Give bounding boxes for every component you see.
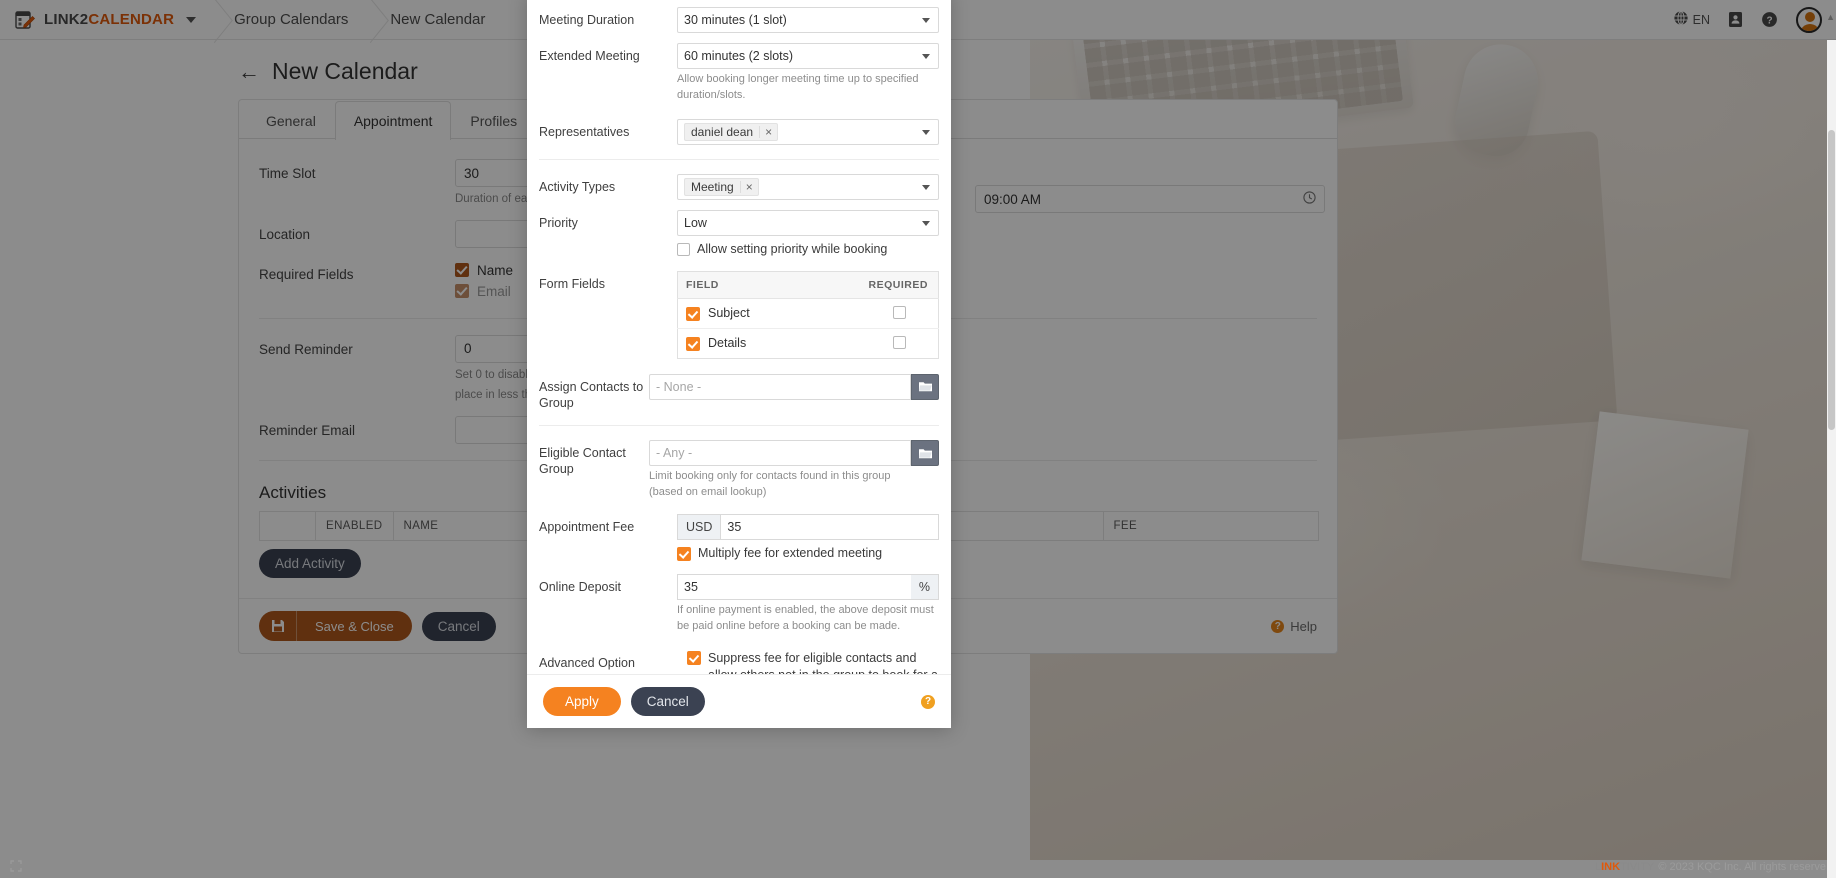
multiply-fee-row[interactable]: Multiply fee for extended meeting bbox=[677, 546, 939, 561]
extended-meeting-value: 60 minutes (2 slots) bbox=[684, 49, 794, 63]
dialog-footer: Apply Cancel ? bbox=[527, 674, 951, 728]
status-right-group: LINKTIVITY © 2023 KQC Inc. All rights re… bbox=[1595, 861, 1826, 873]
field-assign-contacts-to-group: Assign Contacts to Group - None - bbox=[539, 364, 939, 416]
field-meeting-duration: Meeting Duration 30 minutes (1 slot) bbox=[539, 2, 939, 38]
field-extended-meeting: Extended Meeting 60 minutes (2 slots) Al… bbox=[539, 38, 939, 109]
field-appointment-fee: Appointment Fee USD Multiply fee for ext… bbox=[539, 506, 939, 566]
assign-contacts-label: Assign Contacts to Group bbox=[539, 379, 644, 410]
form-fields-table: FIELD REQUIRED Subject Details bbox=[677, 270, 939, 359]
chevron-down-icon bbox=[922, 220, 930, 226]
suppress-fee-row[interactable]: Suppress fee for eligible contacts and a… bbox=[687, 650, 939, 674]
chevron-down-icon bbox=[922, 18, 930, 23]
folder-open-icon[interactable] bbox=[911, 373, 939, 400]
details-required-checkbox[interactable] bbox=[892, 335, 906, 349]
table-row: Subject bbox=[677, 298, 939, 329]
form-fields-label: Form Fields bbox=[539, 276, 605, 291]
scroll-up-icon[interactable]: ▲ bbox=[1826, 12, 1835, 22]
cell-field-subject: Subject bbox=[677, 298, 861, 329]
assign-contacts-input[interactable]: - None - bbox=[649, 373, 911, 400]
suppress-fee-checkbox[interactable] bbox=[687, 650, 701, 665]
extended-meeting-hint: Allow booking longer meeting time up to … bbox=[677, 73, 919, 101]
representatives-label: Representatives bbox=[539, 124, 630, 139]
chip-representative[interactable]: daniel dean × bbox=[684, 122, 779, 141]
scrollbar-thumb[interactable] bbox=[1828, 130, 1835, 430]
product-wordmark: LINKTIVITY bbox=[1595, 861, 1655, 873]
dialog-cancel-button[interactable]: Cancel bbox=[630, 687, 705, 716]
chip-label: daniel dean bbox=[691, 124, 754, 139]
chip-activity-type[interactable]: Meeting × bbox=[684, 177, 759, 196]
appointment-fee-label: Appointment Fee bbox=[539, 520, 635, 534]
priority-label: Priority bbox=[539, 215, 578, 230]
online-deposit-group: % bbox=[677, 574, 939, 600]
subject-enabled-checkbox[interactable] bbox=[686, 306, 700, 321]
extended-meeting-label: Extended Meeting bbox=[539, 49, 640, 63]
copyright-text: © 2023 KQC Inc. All rights reserve bbox=[1658, 861, 1826, 873]
activity-types-label: Activity Types bbox=[539, 179, 616, 194]
allow-priority-label: Allow setting priority while booking bbox=[697, 241, 888, 256]
extended-meeting-select[interactable]: 60 minutes (2 slots) bbox=[677, 43, 939, 69]
meeting-duration-label: Meeting Duration bbox=[539, 13, 635, 27]
allow-priority-row[interactable]: Allow setting priority while booking bbox=[677, 242, 939, 256]
divider bbox=[539, 425, 939, 427]
subject-label: Subject bbox=[708, 306, 750, 321]
appointment-settings-dialog: Meeting Duration 30 minutes (1 slot) Ext… bbox=[527, 0, 951, 728]
apply-button[interactable]: Apply bbox=[543, 687, 621, 716]
online-deposit-label: Online Deposit bbox=[539, 580, 621, 594]
allow-priority-checkbox[interactable] bbox=[677, 242, 690, 256]
table-row: Details bbox=[678, 328, 939, 358]
field-online-deposit: Online Deposit % If online payment is en… bbox=[539, 566, 939, 640]
meeting-duration-value: 30 minutes (1 slot) bbox=[684, 13, 787, 27]
col-field: FIELD bbox=[677, 271, 861, 299]
field-form-fields: Form Fields FIELD REQUIRED Subject Detai… bbox=[539, 261, 939, 364]
priority-value: Low bbox=[684, 215, 707, 230]
cell-required-details bbox=[861, 328, 939, 358]
field-eligible-contact-group: Eligible Contact Group - Any - Limit boo… bbox=[539, 435, 939, 506]
folder-open-icon[interactable] bbox=[911, 440, 939, 467]
chevron-down-icon bbox=[922, 129, 930, 135]
appointment-fee-group: USD bbox=[677, 514, 939, 540]
details-enabled-checkbox[interactable] bbox=[686, 336, 700, 351]
page-scrollbar[interactable] bbox=[1827, 40, 1836, 878]
activity-types-select[interactable]: Meeting × bbox=[677, 173, 939, 200]
eligible-group-hint: Limit booking only for contacts found in… bbox=[649, 470, 891, 499]
details-label: Details bbox=[708, 336, 747, 351]
online-deposit-input[interactable] bbox=[677, 574, 911, 600]
divider bbox=[539, 158, 939, 160]
meeting-duration-select[interactable]: 30 minutes (1 slot) bbox=[677, 7, 939, 33]
field-representatives: Representatives daniel dean × bbox=[539, 109, 939, 150]
cell-field-details: Details bbox=[678, 328, 861, 358]
expand-icon[interactable] bbox=[10, 859, 22, 875]
chevron-down-icon bbox=[922, 54, 930, 59]
eligible-group-label: Eligible Contact Group bbox=[539, 446, 626, 476]
assign-contacts-group-control: - None - bbox=[649, 373, 939, 400]
field-activity-types: Activity Types Meeting × bbox=[539, 169, 939, 205]
table-header-row: FIELD REQUIRED bbox=[677, 271, 939, 299]
representatives-select[interactable]: daniel dean × bbox=[677, 118, 939, 145]
help-badge-icon[interactable]: ? bbox=[921, 694, 935, 709]
suppress-fee-label: Suppress fee for eligible contacts and a… bbox=[708, 650, 938, 674]
field-advanced-option: Advanced Option Suppress fee for eligibl… bbox=[539, 640, 939, 674]
online-deposit-hint: If online payment is enabled, the above … bbox=[677, 604, 934, 632]
status-bar: LINKTIVITY © 2023 KQC Inc. All rights re… bbox=[0, 856, 1836, 878]
chevron-down-icon bbox=[922, 184, 930, 190]
assign-contacts-placeholder: - None - bbox=[656, 379, 702, 394]
percent-addon: % bbox=[910, 574, 939, 600]
cell-required-subject bbox=[860, 298, 939, 329]
subject-required-checkbox[interactable] bbox=[892, 305, 906, 319]
remove-chip-icon[interactable]: × bbox=[759, 125, 777, 138]
eligible-group-input[interactable]: - Any - bbox=[649, 440, 911, 467]
advanced-option-label: Advanced Option bbox=[539, 655, 635, 670]
eligible-group-control: - Any - bbox=[649, 440, 939, 467]
multiply-fee-label: Multiply fee for extended meeting bbox=[698, 546, 883, 560]
multiply-fee-checkbox[interactable] bbox=[677, 547, 691, 561]
currency-addon: USD bbox=[677, 514, 721, 540]
remove-chip-icon[interactable]: × bbox=[739, 180, 758, 193]
chip-label: Meeting bbox=[691, 179, 734, 194]
appointment-fee-input[interactable] bbox=[720, 514, 939, 540]
field-priority: Priority Low Allow setting priority whil… bbox=[539, 205, 939, 261]
priority-select[interactable]: Low bbox=[677, 209, 939, 236]
col-required: REQUIRED bbox=[860, 271, 939, 299]
eligible-group-placeholder: - Any - bbox=[656, 446, 693, 461]
dialog-body: Meeting Duration 30 minutes (1 slot) Ext… bbox=[527, 0, 951, 674]
